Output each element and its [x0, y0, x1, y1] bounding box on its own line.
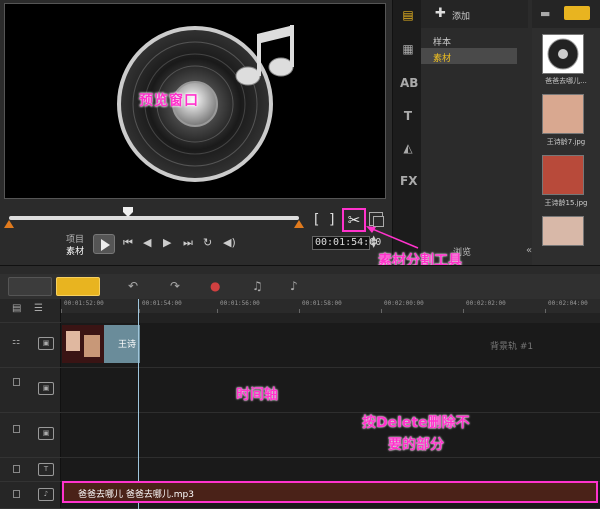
folder-sample[interactable]: 样本 — [421, 32, 517, 48]
title-icon[interactable]: T — [400, 109, 416, 123]
lock-track-icon[interactable] — [13, 425, 20, 433]
thumbnail-photo-15[interactable] — [542, 155, 584, 195]
thumbnail-caption: 爸爸去哪儿... — [545, 77, 587, 85]
ruler-label: 00:02:04:00 — [548, 300, 588, 307]
timecode-spinner[interactable]: ▲ ▼ — [371, 235, 376, 249]
ruler-label: 00:01:54:00 — [142, 300, 182, 307]
timecode-display[interactable]: 00:01:54:00 — [312, 236, 381, 250]
ruler-tick — [381, 309, 382, 313]
go-to-end-icon[interactable]: ⏭ — [183, 236, 193, 250]
play-button[interactable] — [93, 234, 115, 254]
plus-icon: ✚ — [435, 6, 446, 21]
audio-clip[interactable]: 爸爸去哪儿 爸爸去哪儿.mp3 — [62, 481, 598, 503]
ruler-tick — [545, 309, 546, 313]
voice-track-icon[interactable]: ♪ — [38, 488, 54, 501]
ruler-label: 00:02:00:00 — [384, 300, 424, 307]
thumbnail-toolbar: ▬ — [532, 0, 600, 28]
ruler-label: 00:01:56:00 — [220, 300, 260, 307]
mode-clip[interactable]: 素材 — [66, 244, 84, 257]
ruler-tick — [139, 309, 140, 313]
next-frame-icon[interactable]: ▶ — [163, 236, 171, 249]
panel-divider[interactable] — [0, 265, 600, 274]
overlay-track-icon[interactable]: ▣ — [38, 382, 54, 395]
mark-in-button[interactable]: [ — [312, 212, 320, 228]
background-track-label: 背景轨 #1 — [490, 342, 534, 352]
track-header-toolbar: ▤ ☰ — [0, 299, 61, 323]
track-header-column: ▤ ☰ ⚏ ▣ ▣ ▣ T ♪ — [0, 299, 61, 509]
trim-end-marker[interactable] — [294, 220, 304, 228]
redo-icon[interactable]: ↷ — [170, 279, 180, 293]
ruler-label: 00:02:02:00 — [466, 300, 506, 307]
overlay-track-2-header: ▣ — [0, 413, 61, 458]
undo-icon[interactable]: ↶ — [128, 279, 138, 293]
ruler-tick — [61, 309, 62, 313]
go-to-start-icon[interactable]: ⏮ — [123, 236, 133, 250]
preview-panel: 预览窗口 [ ] ✂ 项目 素材 ⏮ ◀ ▶ ⏭ ↻ ◀) 00:01:54:0… — [0, 0, 392, 265]
timeline-playhead[interactable] — [138, 299, 139, 509]
timeline-view-button[interactable] — [56, 277, 100, 296]
video-editor-window: 预览窗口 [ ] ✂ 项目 素材 ⏮ ◀ ▶ ⏭ ↻ ◀) 00:01:54:0… — [0, 0, 600, 509]
zoom-menu-icon[interactable]: ☰ — [34, 303, 43, 314]
split-clip-button[interactable]: ✂ — [342, 208, 366, 232]
delete-hint-annotation: 按Delete删除不 — [362, 415, 470, 431]
add-folder-row[interactable]: ✚ 添加 — [421, 0, 528, 28]
auto-music-icon[interactable]: ♪ — [290, 279, 298, 293]
delete-hint-annotation-line2: 要的部分 — [388, 437, 444, 453]
title-clip[interactable]: 王诗 — [104, 325, 140, 363]
folder-clips[interactable]: 素材 — [421, 48, 517, 64]
storyboard-view-button[interactable] — [8, 277, 52, 296]
ruler-tick — [299, 309, 300, 313]
ruler-tick — [217, 309, 218, 313]
thumbnail-photo[interactable] — [542, 216, 584, 246]
music-disc-icon — [547, 38, 579, 70]
title-ab-icon[interactable]: AB — [400, 76, 418, 90]
volume-icon[interactable]: ◀) — [223, 236, 236, 249]
overlay-track[interactable] — [61, 368, 600, 413]
overlay-track-icon[interactable]: ▣ — [38, 427, 54, 440]
overlay-track-header: ▣ — [0, 368, 61, 413]
video-track-icon[interactable]: ▣ — [38, 337, 54, 350]
record-capture-icon[interactable]: ● — [210, 279, 220, 293]
ruler-label: 00:01:52:00 — [64, 300, 104, 307]
preview-screen[interactable]: 预览窗口 — [4, 3, 386, 199]
library-tab-strip: ▤ ▦ AB T ◭ FX — [393, 0, 421, 265]
overlay-track-2[interactable] — [61, 413, 600, 458]
scissors-icon: ✂ — [347, 211, 361, 229]
thumbnail-caption: 王诗龄15.jpg — [544, 199, 588, 207]
title-track[interactable] — [61, 458, 600, 482]
filter-icon[interactable]: FX — [400, 174, 417, 188]
sound-mixer-icon[interactable]: ♫ — [252, 279, 263, 293]
title-track-icon[interactable]: T — [38, 463, 54, 476]
mark-out-button[interactable]: ] — [328, 212, 336, 228]
enlarge-preview-button[interactable] — [369, 212, 384, 227]
trim-start-marker[interactable] — [4, 220, 14, 228]
transition-icon[interactable]: ▦ — [400, 42, 416, 56]
lock-track-icon[interactable] — [13, 378, 20, 386]
thumbnail-photo-7[interactable] — [542, 94, 584, 134]
add-label: 添加 — [452, 12, 471, 22]
lock-track-icon[interactable] — [13, 465, 20, 473]
view-mode-icon[interactable] — [564, 6, 590, 20]
ruler-tick — [463, 309, 464, 313]
ripple-edit-icon[interactable]: ⚏ — [12, 337, 20, 347]
video-track-header: ⚏ ▣ — [0, 323, 61, 368]
media-icon[interactable]: ▤ — [400, 8, 416, 22]
lock-track-icon[interactable] — [13, 490, 20, 498]
title-track-header: T — [0, 458, 61, 482]
previous-frame-icon[interactable]: ◀ — [143, 236, 151, 249]
track-manager-icon[interactable]: ▤ — [12, 303, 21, 314]
graphic-icon[interactable]: ◭ — [400, 141, 416, 155]
ruler-label: 00:01:58:00 — [302, 300, 342, 307]
repeat-icon[interactable]: ↻ — [203, 236, 212, 249]
thumbnail-caption: 王诗龄7.jpg — [546, 138, 586, 146]
scrub-bar[interactable] — [9, 216, 299, 220]
preview-window-label: 预览窗口 — [139, 93, 199, 109]
timeline-axis-annotation: 时间轴 — [236, 387, 278, 403]
thumbnail-audio[interactable] — [542, 34, 584, 74]
folder-icon[interactable]: ▬ — [540, 7, 550, 20]
photo-clip[interactable] — [62, 325, 104, 363]
voice-track-header: ♪ — [0, 482, 61, 509]
